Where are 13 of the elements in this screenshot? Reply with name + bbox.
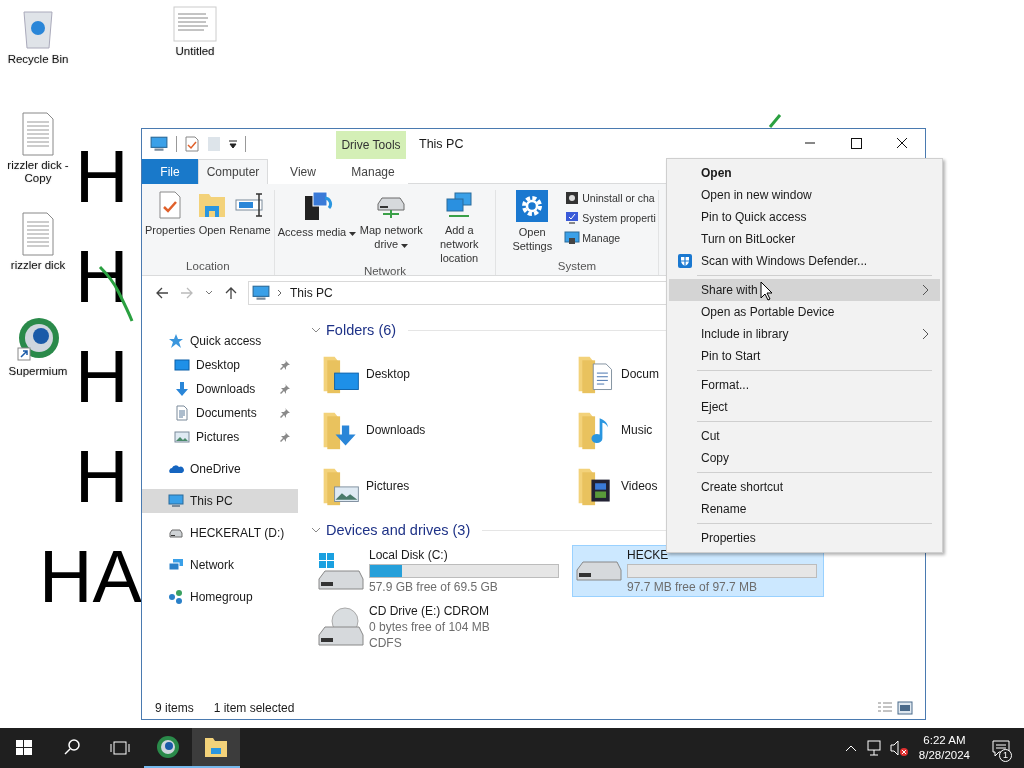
group-label: Network	[363, 265, 407, 279]
wallpaper-text: HA	[39, 536, 142, 618]
wallpaper-text: H	[75, 336, 129, 418]
wallpaper-text: H	[75, 136, 129, 218]
window-title: This PC	[419, 137, 464, 151]
group-label: System	[557, 260, 597, 274]
group-label: Location	[186, 260, 230, 274]
status-text: 1 item selected	[213, 701, 295, 715]
wallpaper-text: H	[75, 436, 129, 518]
contextual-tab-header: Drive Tools	[336, 131, 406, 159]
wallpaper-text: H	[75, 236, 129, 318]
notification-count: 1	[999, 749, 1012, 762]
status-text: 9 items	[155, 701, 194, 715]
